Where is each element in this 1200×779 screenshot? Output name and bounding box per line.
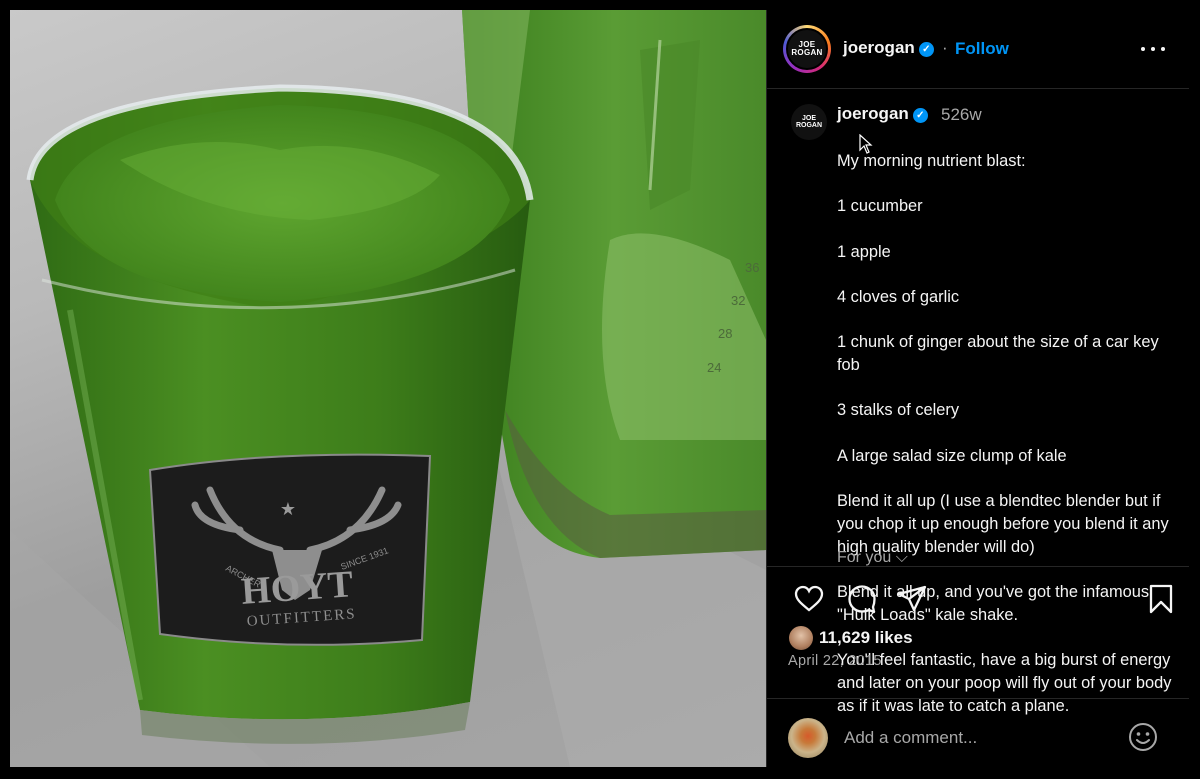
comment-bar: Add a comment... bbox=[767, 698, 1189, 767]
caption-line: 1 apple bbox=[837, 242, 891, 261]
smoothie-illustration: 36 32 28 24 ★ ARCHERY SINCE 1931 HOYT OU… bbox=[10, 10, 766, 767]
caption-username-text[interactable]: joerogan bbox=[837, 104, 909, 123]
for-you-dropdown[interactable]: For you ⌵ bbox=[837, 549, 908, 567]
more-options-icon[interactable] bbox=[1141, 36, 1165, 60]
blender-mark-28: 28 bbox=[718, 326, 732, 341]
post-photo[interactable]: 36 32 28 24 ★ ARCHERY SINCE 1931 HOYT OU… bbox=[10, 10, 766, 767]
heart-icon[interactable] bbox=[793, 583, 825, 615]
hoyt-logo: ★ ARCHERY SINCE 1931 HOYT OUTFITTERS bbox=[148, 453, 432, 646]
instagram-post-modal: 36 32 28 24 ★ ARCHERY SINCE 1931 HOYT OU… bbox=[10, 10, 1189, 767]
chevron-down-icon: ⌵ bbox=[895, 549, 908, 566]
liker-avatar[interactable] bbox=[789, 626, 813, 650]
emoji-icon[interactable] bbox=[1128, 722, 1158, 752]
avatar-text-bottom: ROGAN bbox=[791, 48, 823, 57]
share-icon[interactable] bbox=[896, 583, 928, 615]
caption-line: 1 chunk of ginger about the size of a ca… bbox=[837, 333, 1159, 375]
post-time-ago[interactable]: 526w bbox=[941, 105, 982, 125]
header-username-text[interactable]: joerogan bbox=[843, 38, 915, 57]
caption-line: 3 stalks of celery bbox=[837, 401, 960, 420]
post-action-bar bbox=[767, 580, 1189, 620]
add-comment-input[interactable]: Add a comment... bbox=[844, 728, 977, 748]
separator-dot: · bbox=[942, 38, 948, 57]
caption-avatar[interactable]: JOE ROGAN bbox=[791, 104, 827, 140]
for-you-label[interactable]: For you bbox=[837, 549, 891, 566]
caption-avatar-text-bottom: ROGAN bbox=[795, 122, 823, 129]
likes-row[interactable]: 11,629 likes bbox=[789, 624, 913, 652]
verified-badge-icon: ✓ bbox=[918, 42, 934, 57]
caption-verified-badge-icon: ✓ bbox=[912, 108, 928, 123]
post-header: JOE ROGAN joerogan ✓ · Follow bbox=[767, 10, 1189, 89]
viewer-avatar bbox=[788, 718, 828, 758]
post-side-panel: JOE ROGAN joerogan ✓ · Follow JOE ROGAN j… bbox=[766, 10, 1189, 767]
post-caption: JOE ROGAN joerogan ✓ 526w My morning nutr… bbox=[767, 89, 1189, 715]
blender-mark-32: 32 bbox=[731, 293, 745, 308]
header-username[interactable]: joerogan ✓ bbox=[843, 38, 934, 58]
likes-count[interactable]: 11,629 likes bbox=[819, 628, 913, 648]
caption-line: My morning nutrient blast: bbox=[837, 151, 1026, 170]
profile-avatar[interactable]: JOE ROGAN bbox=[786, 28, 828, 70]
post-date[interactable]: April 22, 2015 bbox=[788, 653, 882, 669]
glass-brand-text: HOYT bbox=[240, 563, 355, 613]
caption-username[interactable]: joerogan ✓ bbox=[837, 104, 928, 124]
comment-icon[interactable] bbox=[846, 583, 878, 615]
mouse-cursor-icon bbox=[859, 134, 873, 154]
caption-line: 1 cucumber bbox=[837, 197, 923, 216]
star-icon: ★ bbox=[280, 499, 296, 519]
follow-button[interactable]: Follow bbox=[955, 39, 1009, 59]
bookmark-icon[interactable] bbox=[1145, 583, 1177, 615]
caption-avatar-text-top: JOE bbox=[801, 115, 816, 122]
caption-line: 4 cloves of garlic bbox=[837, 287, 960, 306]
blender-mark-36: 36 bbox=[745, 260, 759, 275]
profile-avatar-ring[interactable]: JOE ROGAN bbox=[783, 25, 831, 73]
blender-mark-24: 24 bbox=[707, 360, 721, 375]
caption-line: A large salad size clump of kale bbox=[837, 446, 1067, 465]
